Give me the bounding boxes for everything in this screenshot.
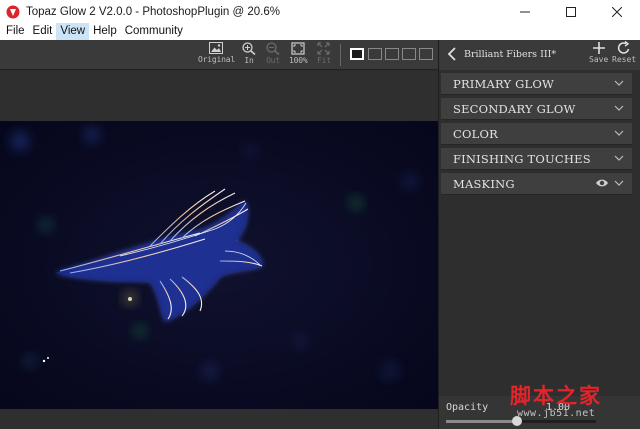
menu-file[interactable]: File [2, 23, 29, 40]
minimize-icon [520, 11, 530, 12]
save-preset-button[interactable]: Save [589, 41, 608, 64]
zoom-in-label: In [244, 56, 254, 65]
menu-edit[interactable]: Edit [29, 23, 57, 40]
section-color[interactable]: COLOR [441, 123, 632, 145]
section-title: SECONDARY GLOW [453, 102, 576, 116]
side-by-side-view-button[interactable] [402, 48, 416, 60]
watermark-url: www.jb51.net [517, 408, 596, 419]
chevron-down-icon [614, 105, 624, 111]
minimize-button[interactable] [502, 0, 548, 23]
site-watermark: 脚本之家 [510, 380, 602, 410]
section-primary-glow[interactable]: PRIMARY GLOW [441, 73, 632, 95]
close-icon [612, 6, 622, 17]
section-title: MASKING [453, 177, 515, 191]
opacity-slider[interactable] [446, 416, 596, 426]
zoom-out-label: Out [266, 56, 280, 65]
close-button[interactable] [594, 0, 640, 23]
adjustments-panel: Brilliant Fibers III* Save Reset PRIMARY… [438, 40, 640, 429]
section-finishing-touches[interactable]: FINISHING TOUCHES [441, 148, 632, 170]
save-label: Save [589, 55, 609, 64]
topaz-app-icon [6, 5, 20, 18]
actual-size-icon [291, 42, 305, 55]
section-secondary-glow[interactable]: SECONDARY GLOW [441, 98, 632, 120]
chevron-left-icon[interactable] [447, 47, 457, 61]
preset-bar: Brilliant Fibers III* Save Reset [439, 40, 640, 70]
menu-help[interactable]: Help [89, 23, 121, 40]
fit-icon [317, 42, 331, 55]
chevron-down-icon [614, 155, 624, 161]
preset-name: Brilliant Fibers III* [464, 49, 557, 60]
original-button[interactable]: Original [198, 42, 235, 64]
chevron-down-icon [614, 180, 624, 186]
section-title: FINISHING TOUCHES [453, 152, 591, 166]
toolbar-divider [340, 44, 341, 66]
menu-view[interactable]: View [56, 23, 90, 40]
chevron-down-icon [614, 130, 624, 136]
zoom-in-button[interactable]: In [242, 42, 256, 65]
maximize-button[interactable] [548, 0, 594, 23]
menu-bar: File Edit View Help Community [0, 23, 640, 40]
fit-button[interactable]: Fit [317, 42, 331, 65]
eye-icon[interactable] [595, 178, 609, 188]
maximize-icon [566, 6, 576, 17]
section-title: PRIMARY GLOW [453, 77, 555, 91]
section-masking[interactable]: MASKING [441, 173, 632, 195]
window-controls [502, 0, 640, 23]
fit-label: Fit [317, 56, 331, 65]
image-icon [209, 42, 224, 54]
watermark-logo: 脚本之家 [510, 384, 602, 408]
image-canvas[interactable] [0, 71, 438, 429]
chevron-down-icon [614, 80, 624, 86]
window-title: Topaz Glow 2 V2.0.0 - PhotoshopPlugin @ … [26, 5, 280, 18]
opacity-label: Opacity [446, 402, 489, 413]
view-toolbar: Original In Out 100% Fit [0, 40, 438, 70]
menu-community[interactable]: Community [121, 23, 187, 40]
zoom-in-icon [242, 42, 256, 55]
plus-icon [592, 42, 605, 54]
zoom-out-icon [266, 42, 280, 55]
zoom-out-button[interactable]: Out [266, 42, 280, 65]
reset-icon [617, 41, 630, 54]
stacked-view-button[interactable] [419, 48, 433, 60]
split-view-vertical-button[interactable] [368, 48, 382, 60]
opacity-slider-fill [446, 420, 517, 423]
reset-button[interactable]: Reset [612, 41, 636, 64]
glow-eagle-photo [0, 121, 438, 409]
original-label: Original [198, 55, 235, 64]
reset-label: Reset [612, 55, 637, 64]
zoom-100-button[interactable]: 100% [289, 42, 308, 65]
zoom-100-label: 100% [289, 56, 308, 65]
split-view-horizontal-button[interactable] [385, 48, 399, 60]
section-title: COLOR [453, 127, 498, 141]
title-bar: Topaz Glow 2 V2.0.0 - PhotoshopPlugin @ … [0, 0, 640, 23]
single-view-button[interactable] [350, 48, 364, 60]
